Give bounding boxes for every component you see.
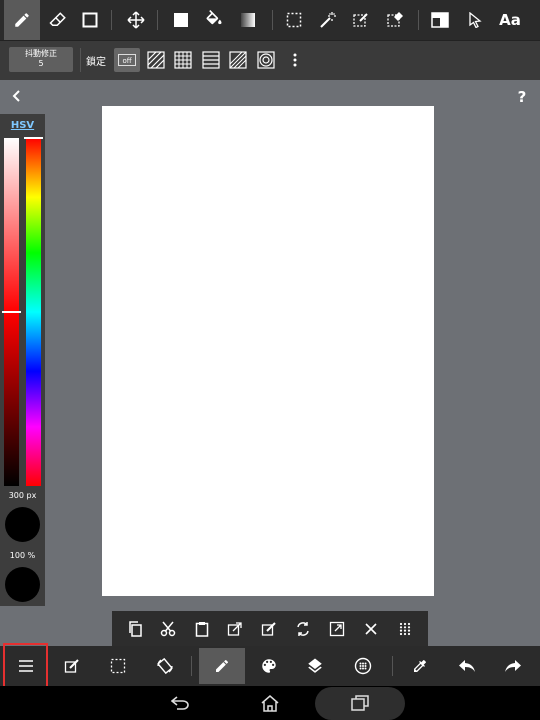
brightness-slider-handle[interactable] [2, 311, 21, 313]
bucket-icon[interactable] [198, 0, 230, 40]
brush-size-label: 300 px [8, 491, 37, 500]
canvas-edit-icon[interactable] [55, 646, 89, 686]
stabilizer-value: 5 [38, 59, 44, 68]
paste-icon[interactable] [189, 614, 215, 644]
toolbar-divider [157, 10, 158, 30]
edit-selection-icon[interactable] [256, 614, 282, 644]
eyedropper-icon[interactable] [403, 646, 437, 686]
opacity-label: 100 % [9, 551, 36, 560]
back-icon[interactable] [165, 688, 195, 718]
toolbar-divider [80, 48, 81, 72]
gradient-icon[interactable] [232, 0, 264, 40]
select-area-icon[interactable] [101, 646, 135, 686]
snap-off-label: off [118, 54, 136, 66]
redo-icon[interactable] [496, 646, 530, 686]
text-tool-icon[interactable]: Aa [494, 10, 526, 30]
hue-slider[interactable] [26, 138, 41, 486]
brush-tool-icon[interactable] [199, 648, 245, 684]
palette-icon[interactable] [252, 646, 286, 686]
undo-icon[interactable] [450, 646, 484, 686]
toolbar-divider [392, 656, 393, 676]
menu-highlight [3, 643, 48, 688]
snap-horizontal-icon[interactable] [198, 47, 224, 73]
collapse-panel-icon[interactable] [6, 86, 26, 106]
pencil-icon[interactable] [4, 0, 40, 40]
toolbar-divider [272, 10, 273, 30]
transform-icon[interactable] [290, 614, 316, 644]
more-options-icon[interactable] [285, 47, 305, 73]
toolbar-divider [191, 656, 192, 676]
fill-square-icon[interactable] [165, 0, 197, 40]
snap-off-button[interactable]: off [114, 48, 140, 72]
snap-parallel-icon[interactable] [143, 47, 169, 73]
hue-slider-handle[interactable] [24, 137, 43, 139]
opacity-preview[interactable] [5, 567, 40, 602]
cut-icon[interactable] [155, 614, 181, 644]
snap-grid-icon[interactable] [170, 47, 196, 73]
material-icon[interactable] [346, 646, 380, 686]
color-mode-toggle[interactable]: HSV [0, 120, 45, 131]
help-button[interactable]: ? [512, 87, 532, 107]
import-icon[interactable] [222, 614, 248, 644]
snap-circle-icon[interactable] [253, 47, 279, 73]
layout-icon[interactable] [424, 0, 456, 40]
selection-eraser-icon[interactable] [379, 0, 411, 40]
layers-icon[interactable] [298, 646, 332, 686]
selection-icon[interactable] [278, 0, 310, 40]
stabilizer-button[interactable]: 抖動修正 5 [9, 47, 73, 72]
copy-icon[interactable] [122, 614, 148, 644]
cursor-icon[interactable] [459, 0, 491, 40]
eraser-icon[interactable] [40, 0, 76, 40]
recent-apps-icon [345, 688, 375, 718]
external-open-icon[interactable] [324, 614, 350, 644]
snap-perspective-icon[interactable] [225, 47, 251, 73]
deselect-icon[interactable] [358, 614, 384, 644]
drawing-canvas[interactable] [102, 106, 434, 596]
move-icon[interactable] [120, 0, 152, 40]
brush-size-preview[interactable] [5, 507, 40, 542]
rotate-canvas-icon[interactable] [148, 646, 182, 686]
selection-pen-icon[interactable] [345, 0, 377, 40]
magic-wand-icon[interactable] [312, 0, 344, 40]
rectangle-icon[interactable] [74, 0, 106, 40]
stabilizer-label: 抖動修正 [25, 49, 57, 58]
snap-lock-label: 鎖定 [86, 57, 106, 68]
more-grid-icon[interactable] [392, 614, 418, 644]
toolbar-divider [111, 10, 112, 30]
toolbar-divider [418, 10, 419, 30]
home-icon[interactable] [255, 688, 285, 718]
